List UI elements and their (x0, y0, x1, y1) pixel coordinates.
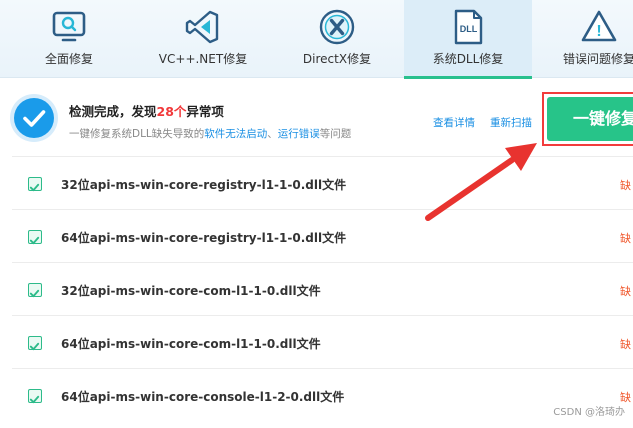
missing-status: 缺 (620, 338, 631, 351)
checkmark-icon (29, 289, 40, 298)
checkmark-icon (29, 236, 40, 245)
list-item: 64位api-ms-win-core-console-l1-2-0.dll文件 … (12, 368, 633, 421)
warning-icon-text: ! (596, 23, 601, 40)
item-checkbox[interactable] (28, 230, 42, 245)
sub-highlight-1: 软件无法启动 (204, 128, 268, 140)
one-click-fix-button[interactable]: 一键修复 (547, 97, 633, 141)
title-prefix: 检测完成，发现 (69, 104, 157, 119)
item-checkbox[interactable] (28, 283, 42, 298)
anomaly-count: 28个 (156, 104, 187, 119)
visual-studio-icon (185, 10, 219, 44)
monitor-search-icon (52, 11, 86, 42)
tab-label: 错误问题修复 (562, 52, 633, 66)
tab-label: DirectX修复 (302, 52, 372, 66)
tab-vc-net-repair[interactable]: VC++.NET修复 (135, 0, 271, 78)
dll-file-icon: DLL (454, 9, 483, 45)
view-details-link[interactable]: 查看详情 (433, 115, 475, 130)
scan-result-subtitle: 一键修复系统DLL缺失导致的软件无法启动、运行错误等问题 (69, 126, 351, 141)
rescan-link[interactable]: 重新扫描 (490, 115, 532, 130)
missing-status: 缺 (620, 179, 631, 192)
missing-status: 缺 (620, 285, 631, 298)
checkmark-icon (29, 342, 40, 351)
list-item: 64位api-ms-win-core-com-l1-1-0.dll文件 缺 (12, 315, 633, 368)
tab-error-repair[interactable]: ! 错误问题修复 (543, 0, 633, 78)
dll-icon-text: DLL (460, 24, 478, 34)
dll-file-name: 64位api-ms-win-core-console-l1-2-0.dll文件 (61, 390, 345, 404)
scan-result-title: 检测完成，发现28个异常项 (69, 101, 224, 120)
dll-file-name: 64位api-ms-win-core-com-l1-1-0.dll文件 (61, 337, 321, 351)
tab-full-repair[interactable]: 全面修复 (13, 0, 125, 78)
item-checkbox[interactable] (28, 389, 42, 404)
list-item: 32位api-ms-win-core-registry-l1-1-0.dll文件… (12, 156, 633, 209)
sub-suffix: 等问题 (319, 128, 352, 140)
list-item: 32位api-ms-win-core-com-l1-1-0.dll文件 缺 (12, 262, 633, 315)
warning-icon: ! (581, 10, 617, 42)
check-circle-icon (14, 98, 54, 138)
sub-separator: 、 (267, 128, 278, 140)
fix-button-highlight: 一键修复 (542, 92, 633, 146)
tab-directx-repair[interactable]: DirectX修复 (281, 0, 393, 78)
sub-highlight-2: 运行错误 (277, 128, 320, 140)
title-suffix: 异常项 (186, 104, 224, 119)
item-checkbox[interactable] (28, 336, 42, 351)
tab-system-dll-repair[interactable]: DLL 系统DLL修复 (404, 0, 532, 79)
watermark: CSDN @洛琦办 (553, 407, 625, 418)
top-nav: 全面修复 VC++.NET修复 DirectX修复 DLL 系统DLL修复 ! … (0, 0, 633, 79)
checkmark-icon (29, 183, 40, 192)
sub-prefix: 一键修复系统DLL缺失导致的 (69, 128, 205, 140)
missing-status: 缺 (620, 232, 631, 245)
checkmark-icon (29, 395, 40, 404)
dll-file-name: 64位api-ms-win-core-registry-l1-1-0.dll文件 (61, 231, 347, 245)
item-checkbox[interactable] (28, 177, 42, 192)
tab-label: 系统DLL修复 (432, 52, 504, 66)
tab-label: VC++.NET修复 (158, 52, 248, 66)
list-item: 64位api-ms-win-core-registry-l1-1-0.dll文件… (12, 209, 633, 262)
dll-file-name: 32位api-ms-win-core-com-l1-1-0.dll文件 (61, 284, 321, 298)
directx-icon (319, 9, 355, 45)
tab-label: 全面修复 (44, 52, 93, 66)
dll-file-name: 32位api-ms-win-core-registry-l1-1-0.dll文件 (61, 178, 347, 192)
